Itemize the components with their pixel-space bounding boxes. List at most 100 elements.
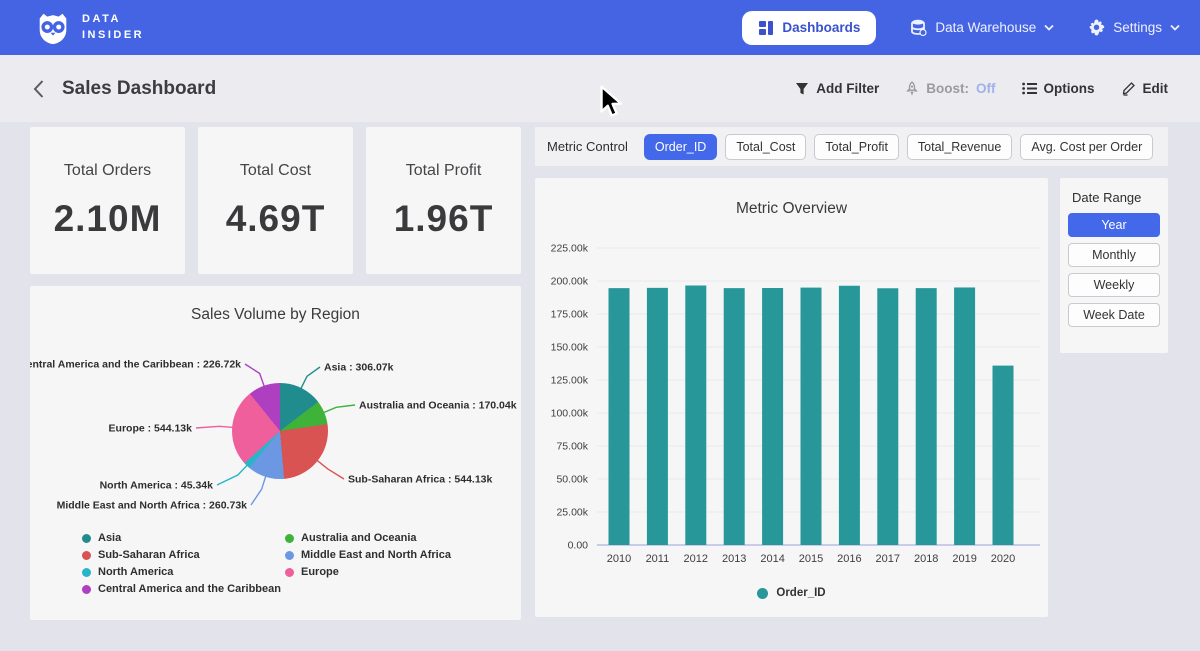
- bar-chart: 0.0025.00k50.00k75.00k100.00k125.00k150.…: [535, 178, 1048, 617]
- y-axis-tick: 100.00k: [551, 408, 589, 420]
- bar-2018[interactable]: [916, 288, 937, 545]
- legend-label: North America: [98, 566, 173, 578]
- date-range-week-date[interactable]: Week Date: [1068, 303, 1160, 327]
- kpi-card-total-orders: Total Orders 2.10M: [30, 127, 185, 274]
- back-button[interactable]: [26, 77, 50, 101]
- date-range-panel: Date Range Year Monthly Weekly Week Date: [1060, 178, 1168, 353]
- date-range-weekly[interactable]: Weekly: [1068, 273, 1160, 297]
- metric-overview-chart-card: Metric Overview 0.0025.00k50.00k75.00k10…: [535, 178, 1048, 617]
- bar-2013[interactable]: [724, 288, 745, 545]
- edit-button[interactable]: Edit: [1121, 81, 1169, 96]
- add-filter-button[interactable]: Add Filter: [795, 81, 879, 96]
- pie-leader-line: [245, 364, 265, 389]
- legend-label: Order_ID: [776, 587, 825, 599]
- options-button[interactable]: Options: [1022, 81, 1095, 96]
- pie-slice-label: Middle East and North Africa : 260.73k: [57, 500, 248, 512]
- boost-label: Boost:: [926, 81, 969, 96]
- pie-legend-item[interactable]: North America: [82, 566, 285, 578]
- bar-2017[interactable]: [877, 288, 898, 545]
- pie-chart-title: Sales Volume by Region: [30, 286, 521, 324]
- kpi-label: Total Profit: [406, 162, 482, 180]
- nav-data-warehouse-label: Data Warehouse: [935, 20, 1036, 35]
- bar-chart-legend-item[interactable]: Order_ID: [535, 587, 1048, 599]
- bar-2012[interactable]: [685, 285, 706, 545]
- pie-legend-item[interactable]: Asia: [82, 532, 285, 544]
- gear-icon: [1088, 19, 1105, 36]
- metric-chip-order-id[interactable]: Order_ID: [644, 134, 717, 160]
- kpi-value: 4.69T: [226, 198, 326, 240]
- kpi-card-total-profit: Total Profit 1.96T: [366, 127, 521, 274]
- legend-label: Asia: [98, 532, 121, 544]
- x-axis-tick: 2019: [952, 553, 976, 565]
- pie-slice-label: North America : 45.34k: [100, 480, 214, 492]
- logo-text-line2: INSIDER: [82, 28, 144, 44]
- chevron-down-icon: [1170, 24, 1180, 31]
- x-axis-tick: 2018: [914, 553, 938, 565]
- x-axis-tick: 2017: [876, 553, 900, 565]
- pie-legend-item[interactable]: Middle East and North Africa: [285, 549, 451, 561]
- pie-legend-item[interactable]: Central America and the Caribbean: [82, 583, 285, 595]
- list-options-icon: [1022, 82, 1037, 95]
- x-axis-tick: 2013: [722, 553, 746, 565]
- kpi-card-total-cost: Total Cost 4.69T: [198, 127, 353, 274]
- y-axis-tick: 0.00: [568, 540, 589, 552]
- pie-slice-label: Central America and the Caribbean : 226.…: [30, 359, 241, 371]
- y-axis-tick: 200.00k: [551, 276, 589, 288]
- boost-toggle[interactable]: Boost:Off: [905, 81, 995, 96]
- pie-legend-item[interactable]: Sub-Saharan Africa: [82, 549, 285, 561]
- date-range-year[interactable]: Year: [1068, 213, 1160, 237]
- metric-chip-total-profit[interactable]: Total_Profit: [814, 134, 899, 160]
- bar-2020[interactable]: [993, 366, 1014, 545]
- pie-leader-line: [300, 367, 320, 391]
- nav-settings[interactable]: Settings: [1088, 19, 1180, 36]
- legend-dot: [757, 588, 768, 599]
- sales-volume-chart-card: Sales Volume by Region Asia : 306.07kAus…: [30, 286, 521, 620]
- pie-leader-line: [321, 405, 355, 414]
- owl-logo-icon: [34, 9, 72, 47]
- kpi-value: 1.96T: [394, 198, 494, 240]
- pie-chart-legend: Asia Sub-Saharan Africa North America Centr…: [82, 532, 451, 595]
- bar-2016[interactable]: [839, 286, 860, 545]
- bar-2011[interactable]: [647, 288, 668, 545]
- legend-label: Central America and the Caribbean: [98, 583, 281, 595]
- nav-settings-label: Settings: [1113, 20, 1162, 35]
- legend-dot: [82, 534, 91, 543]
- x-axis-tick: 2014: [760, 553, 784, 565]
- metric-control-label: Metric Control: [547, 139, 628, 154]
- pie-legend-item[interactable]: Europe: [285, 566, 451, 578]
- pencil-icon: [1121, 81, 1136, 96]
- legend-dot: [285, 551, 294, 560]
- pie-legend-item[interactable]: Australia and Oceania: [285, 532, 451, 544]
- chevron-left-icon: [32, 79, 45, 99]
- nav-data-warehouse[interactable]: Data Warehouse: [910, 19, 1054, 36]
- y-axis-tick: 25.00k: [556, 507, 588, 519]
- bar-2019[interactable]: [954, 287, 975, 545]
- chevron-down-icon: [1044, 24, 1054, 31]
- x-axis-tick: 2016: [837, 553, 861, 565]
- page-header: Sales Dashboard Add Filter Boost:Off Opt: [0, 55, 1200, 122]
- y-axis-tick: 75.00k: [556, 441, 588, 453]
- pie-chart[interactable]: [232, 383, 328, 479]
- pie-leader-line: [217, 463, 249, 485]
- legend-label: Middle East and North Africa: [301, 549, 451, 561]
- bar-2014[interactable]: [762, 288, 783, 545]
- rocket-icon: [905, 81, 919, 96]
- bar-2010[interactable]: [609, 288, 630, 545]
- date-range-monthly[interactable]: Monthly: [1068, 243, 1160, 267]
- x-axis-tick: 2012: [684, 553, 708, 565]
- nav-dashboards-button[interactable]: Dashboards: [742, 11, 876, 45]
- y-axis-tick: 125.00k: [551, 375, 589, 387]
- legend-label: Australia and Oceania: [301, 532, 417, 544]
- date-range-label: Date Range: [1072, 190, 1160, 205]
- options-label: Options: [1044, 81, 1095, 96]
- legend-dot: [82, 551, 91, 560]
- bar-2015[interactable]: [801, 288, 822, 545]
- add-filter-label: Add Filter: [816, 81, 879, 96]
- y-axis-tick: 225.00k: [551, 243, 589, 255]
- database-icon: [910, 19, 927, 36]
- y-axis-tick: 175.00k: [551, 309, 589, 321]
- metric-chip-avg-cost-per-order[interactable]: Avg. Cost per Order: [1020, 134, 1153, 160]
- metric-chip-total-revenue[interactable]: Total_Revenue: [907, 134, 1012, 160]
- y-axis-tick: 150.00k: [551, 342, 589, 354]
- metric-chip-total-cost[interactable]: Total_Cost: [725, 134, 806, 160]
